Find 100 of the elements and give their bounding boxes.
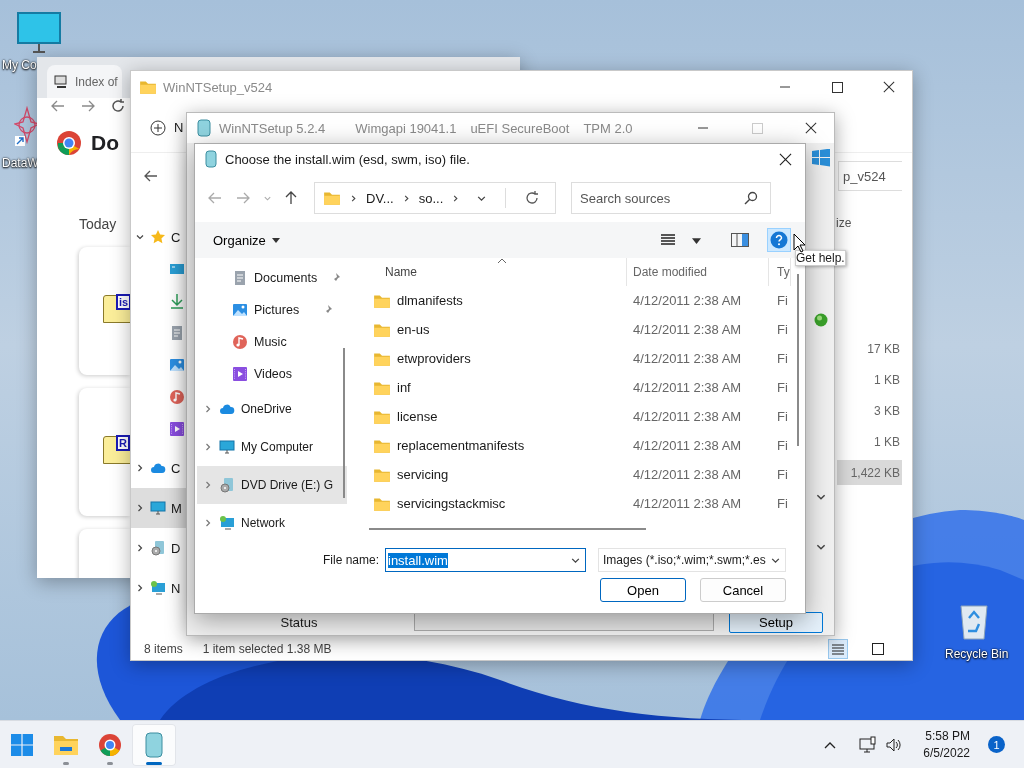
icon-label: My Co	[2, 58, 37, 72]
folder-icon	[323, 189, 341, 207]
caret-icon	[692, 235, 701, 245]
status-label: Status	[279, 614, 319, 630]
size-cell-text: 1 KB	[873, 433, 901, 451]
new-button[interactable]: N	[174, 120, 184, 135]
network-icon	[150, 580, 166, 596]
column-header[interactable]: ize	[834, 211, 912, 235]
forward-icon[interactable]	[80, 98, 96, 114]
preview-pane-icon[interactable]	[731, 233, 749, 247]
file-type-dropdown[interactable]: Images (*.iso;*.wim;*.swm;*.es	[598, 548, 786, 572]
file-row[interactable]: license 4/12/2011 2:38 AM Fi	[353, 402, 799, 431]
search-field[interactable]: Search sources	[571, 182, 771, 214]
organize-button[interactable]: Organize	[213, 232, 280, 248]
disc-drive-icon	[219, 477, 235, 493]
list-view-icon	[831, 642, 845, 656]
file-row[interactable]: servicing 4/12/2011 2:38 AM Fi	[353, 460, 799, 489]
file-row[interactable]: dlmanifests 4/12/2011 2:38 AM Fi	[353, 286, 799, 315]
star-icon	[150, 229, 166, 245]
search-field[interactable]: p_v524	[838, 161, 902, 191]
nav-item[interactable]: N	[131, 568, 187, 608]
column-header[interactable]: Name	[353, 258, 627, 286]
maximize-icon[interactable]	[831, 81, 843, 93]
icon-label: Recycle Bin	[945, 647, 1009, 661]
nav-item[interactable]: OneDrive	[197, 390, 347, 428]
nav-item[interactable]: M	[131, 488, 187, 528]
address-bar[interactable]: DV... so...	[314, 182, 556, 214]
network-icon	[219, 515, 235, 531]
help-icon	[770, 231, 788, 249]
refresh-icon[interactable]	[524, 190, 541, 206]
size-cell-text: 1 KB	[873, 371, 901, 389]
chrome-logo-icon	[56, 130, 82, 156]
close-icon[interactable]	[778, 152, 792, 166]
music-icon	[169, 389, 185, 405]
breadcrumb-chevron-icon	[451, 193, 461, 203]
status-led-icon	[813, 313, 828, 327]
file-badge: R	[116, 435, 130, 451]
monitor-icon[interactable]	[17, 12, 61, 54]
file-row[interactable]: replacementmanifests 4/12/2011 2:38 AM Fi	[353, 431, 799, 460]
music-icon	[232, 334, 248, 350]
close-icon[interactable]	[805, 122, 817, 134]
reload-icon[interactable]	[110, 98, 126, 114]
file-row[interactable]: etwproviders 4/12/2011 2:38 AM Fi	[353, 344, 799, 373]
window-title: WinNTSetup_v524	[163, 79, 273, 95]
document-icon	[232, 270, 248, 286]
details-view-button[interactable]	[828, 639, 848, 659]
picture-icon	[232, 302, 248, 318]
nav-item[interactable]: Videos	[197, 358, 347, 390]
version-info: Wimgapi 19041.1	[355, 120, 457, 136]
sort-caret-icon	[497, 258, 507, 264]
app-icon	[205, 150, 217, 168]
browser-tab[interactable]: Index of	[47, 65, 122, 98]
file-row[interactable]: en-us 4/12/2011 2:38 AM Fi	[353, 315, 799, 344]
nav-item[interactable]: DVD Drive (E:) G	[197, 466, 347, 504]
open-button[interactable]: Open	[600, 578, 686, 602]
notification-badge[interactable]: 1	[988, 736, 1005, 753]
network-status-icon[interactable]	[859, 735, 878, 754]
tile-view-icon	[871, 642, 885, 656]
tooltip: Get help.	[795, 250, 846, 266]
help-button[interactable]	[767, 228, 791, 252]
status-text: 1 item selected 1.38 MB	[202, 642, 332, 656]
file-row[interactable]: inf 4/12/2011 2:38 AM Fi	[353, 373, 799, 402]
server-icon	[53, 73, 69, 90]
taskbar-app[interactable]	[132, 723, 176, 766]
windows-logo-icon	[811, 149, 830, 167]
column-header[interactable]: Date modified	[627, 258, 769, 286]
download-icon	[169, 293, 185, 309]
back-icon[interactable]	[143, 168, 159, 184]
field-label: File name:	[321, 553, 379, 567]
breadcrumb[interactable]: so...	[418, 190, 444, 206]
nav-item[interactable]: Music	[197, 326, 347, 358]
status-text: 8 items	[144, 642, 183, 656]
nav-item[interactable]: C	[131, 448, 187, 488]
nav-item[interactable]: Documents	[197, 262, 347, 294]
file-row[interactable]: servicingstackmisc 4/12/2011 2:38 AM Fi	[353, 489, 799, 518]
clock[interactable]: 5:58 PM 6/5/2022	[923, 727, 970, 762]
list-view-icon[interactable]	[660, 233, 676, 247]
up-icon[interactable]	[283, 190, 299, 206]
download-card[interactable]: R	[79, 388, 130, 516]
nav-item[interactable]: My Computer	[197, 428, 347, 466]
file-name-field[interactable]: install.wim	[385, 548, 586, 572]
close-icon[interactable]	[883, 81, 895, 93]
version-info: uEFI SecureBoot	[470, 120, 570, 136]
nav-item[interactable]: C	[131, 225, 187, 249]
nav-item[interactable]: Pictures	[197, 294, 347, 326]
page-heading: Do	[91, 131, 119, 155]
caret-icon	[271, 236, 280, 244]
back-icon[interactable]	[50, 98, 66, 114]
app-icon	[145, 731, 163, 758]
starburst-shortcut-icon[interactable]	[14, 106, 40, 148]
breadcrumb[interactable]: DV...	[366, 190, 394, 206]
nav-item[interactable]: D	[131, 528, 187, 568]
column-header[interactable]: Ty	[769, 258, 791, 286]
download-card[interactable]: is	[79, 247, 130, 375]
nav-item[interactable]: Network	[197, 504, 347, 542]
desktop-icon	[169, 261, 185, 277]
folder-icon	[139, 78, 157, 96]
version-info: TPM 2.0	[583, 120, 633, 136]
chrome-logo-icon	[98, 732, 122, 757]
cancel-button[interactable]: Cancel	[700, 578, 786, 602]
